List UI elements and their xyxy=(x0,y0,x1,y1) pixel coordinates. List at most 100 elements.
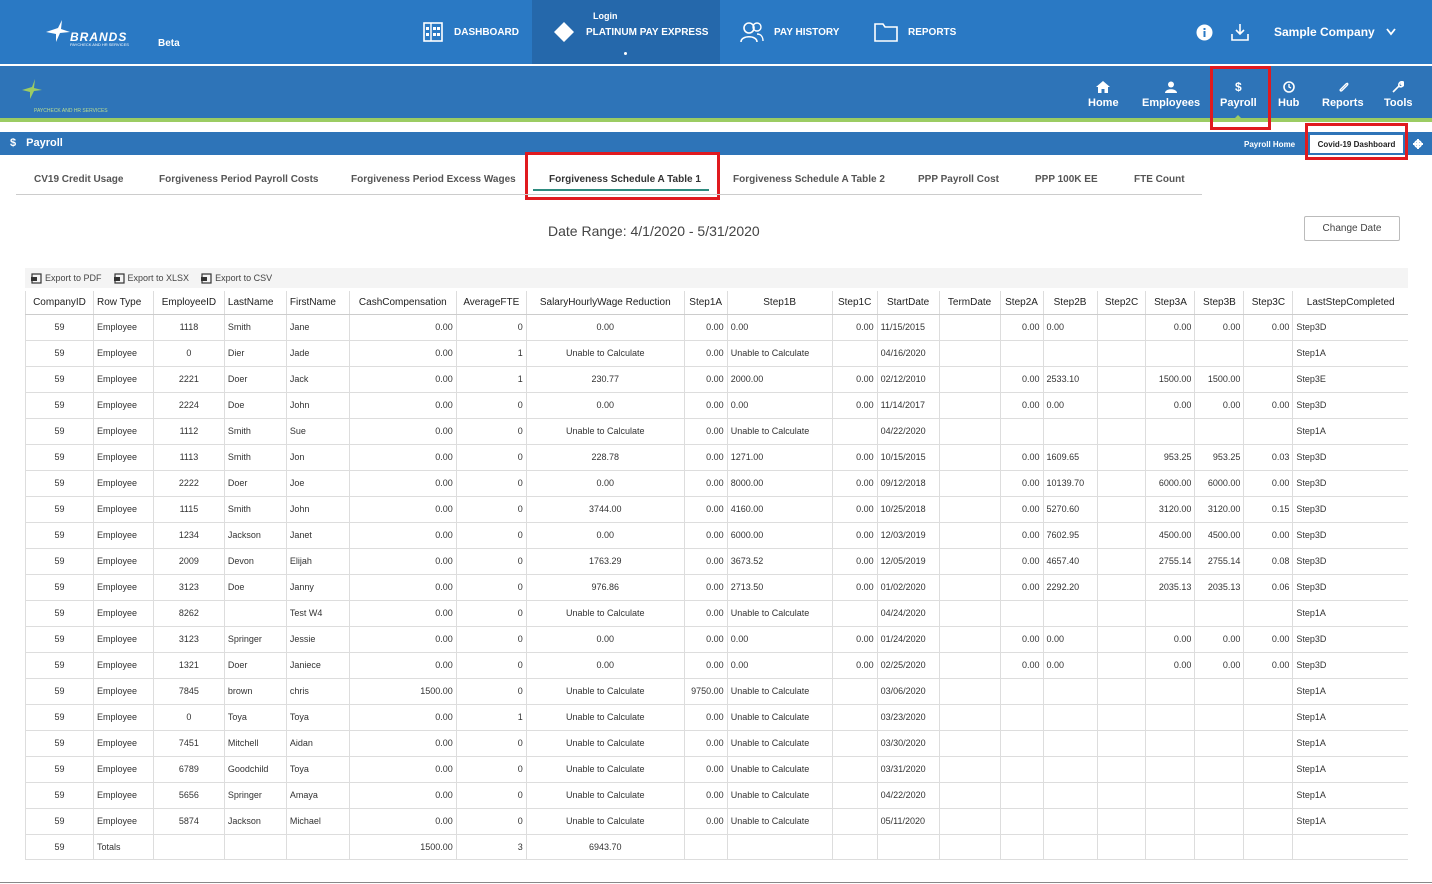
table-cell: Unable to Calculate xyxy=(525,418,685,445)
tab-forgiveness-schedule-a-table-1[interactable]: Forgiveness Schedule A Table 1 xyxy=(533,174,709,191)
table-cell: 0.00 xyxy=(831,496,878,523)
column-header-cashcompensation[interactable]: CashCompensation xyxy=(348,291,457,315)
table-cell: Step3D xyxy=(1292,574,1408,601)
totals-cell xyxy=(938,834,1001,860)
table-cell xyxy=(1194,730,1244,757)
column-header-employeeid[interactable]: EmployeeID xyxy=(152,291,225,315)
nav-pay-history[interactable]: PAY HISTORY xyxy=(740,0,839,64)
table-cell xyxy=(1145,678,1195,705)
table-cell xyxy=(1243,678,1293,705)
table-cell: Jane xyxy=(285,314,350,341)
table-cell xyxy=(1145,600,1195,627)
nav-reports[interactable]: REPORTS xyxy=(874,0,956,64)
totals-cell xyxy=(876,834,940,860)
download-icon[interactable] xyxy=(1231,23,1249,41)
table-cell: Step3D xyxy=(1292,470,1408,497)
export-csv-button[interactable]: Export to CSV xyxy=(201,272,272,284)
column-header-startdate[interactable]: StartDate xyxy=(876,291,940,315)
column-header-step1b[interactable]: Step1B xyxy=(726,291,833,315)
table-cell xyxy=(999,340,1044,367)
schedule-a-table: CompanyID Row Type EmployeeID LastName First… xyxy=(25,291,1408,860)
table-row: 59 Employee 0 Toya Toya 0.00 1 Unable to Calcul… xyxy=(25,704,1408,731)
table-cell: Employee xyxy=(92,730,154,757)
export-pdf-button[interactable]: Export to PDF xyxy=(31,272,102,284)
table-cell: 0.00 xyxy=(348,782,457,809)
column-header-step2a[interactable]: Step2A xyxy=(999,291,1044,315)
table-cell: 0.00 xyxy=(999,366,1044,393)
tab-fte-count[interactable]: FTE Count xyxy=(1134,174,1185,185)
tab-ppp-100k-ee[interactable]: PPP 100K EE xyxy=(1035,174,1098,185)
beta-label: Beta xyxy=(158,38,180,49)
table-cell xyxy=(938,418,1001,445)
column-header-salaryhourlywage-reduction[interactable]: SalaryHourlyWage Reduction xyxy=(525,291,685,315)
table-cell: Step1A xyxy=(1292,808,1408,835)
table-cell xyxy=(1243,366,1293,393)
table-cell: Toya xyxy=(223,704,287,731)
table-cell: 1500.00 xyxy=(1145,366,1195,393)
table-cell: 0.00 xyxy=(525,392,685,419)
tab-forgiveness-period-payroll-costs[interactable]: Forgiveness Period Payroll Costs xyxy=(159,174,319,185)
column-header-step3b[interactable]: Step3B xyxy=(1194,291,1244,315)
table-cell: 09/12/2018 xyxy=(876,470,940,497)
table-cell xyxy=(1194,756,1244,783)
table-cell: 0 xyxy=(455,756,527,783)
brands-logo-secondary[interactable]: PAYCHECK AND HR SERVICES xyxy=(10,76,130,116)
secnav-tools[interactable]: Tools xyxy=(1384,81,1413,115)
table-row: 59 Employee 1115 Smith John 0.00 0 3744.00 0.00 4… xyxy=(25,496,1408,523)
table-cell: 0.00 xyxy=(999,548,1044,575)
secnav-employees[interactable]: Employees xyxy=(1142,81,1200,115)
table-cell: Employee xyxy=(92,496,154,523)
payroll-home-link[interactable]: Payroll Home xyxy=(1244,140,1295,149)
table-cell: Employee xyxy=(92,782,154,809)
table-cell: 0.00 xyxy=(683,314,728,341)
column-header-step2c[interactable]: Step2C xyxy=(1096,291,1146,315)
table-cell xyxy=(938,314,1001,341)
column-header-step1c[interactable]: Step1C xyxy=(831,291,878,315)
column-header-step2b[interactable]: Step2B xyxy=(1042,291,1098,315)
column-header-row-type[interactable]: Row Type xyxy=(92,291,154,315)
table-cell: 0.00 xyxy=(1194,652,1244,679)
table-cell: 0.00 xyxy=(999,652,1044,679)
nav-dashboard[interactable]: DASHBOARD xyxy=(422,0,519,64)
tab-forgiveness-schedule-a-table-2[interactable]: Forgiveness Schedule A Table 2 xyxy=(733,174,885,185)
info-icon[interactable] xyxy=(1196,24,1213,41)
table-cell: 11/14/2017 xyxy=(876,392,940,419)
table-cell: 2755.14 xyxy=(1194,548,1244,575)
column-header-companyid[interactable]: CompanyID xyxy=(25,291,94,315)
column-header-step3c[interactable]: Step3C xyxy=(1243,291,1293,315)
table-cell xyxy=(1194,704,1244,731)
column-header-laststepcompleted[interactable]: LastStepCompleted xyxy=(1292,291,1408,315)
column-header-termdate[interactable]: TermDate xyxy=(938,291,1001,315)
secnav-reports[interactable]: Reports xyxy=(1322,81,1364,115)
table-cell: Smith xyxy=(223,496,287,523)
change-date-button[interactable]: Change Date xyxy=(1304,216,1400,241)
table-cell: Step3D xyxy=(1292,548,1408,575)
column-header-step3a[interactable]: Step3A xyxy=(1145,291,1195,315)
table-cell: 0 xyxy=(455,600,527,627)
pdf-file-icon xyxy=(31,272,42,284)
export-xlsx-button[interactable]: Export to XLSX xyxy=(113,272,189,284)
table-cell: 0.00 xyxy=(726,626,833,653)
column-header-step1a[interactable]: Step1A xyxy=(683,291,728,315)
brands-logo[interactable]: BRANDS PAYCHECK AND HR SERVICES Beta xyxy=(44,16,180,49)
column-header-averagefte[interactable]: AverageFTE xyxy=(455,291,527,315)
column-header-firstname[interactable]: FirstName xyxy=(285,291,350,315)
table-cell: Step1A xyxy=(1292,730,1408,757)
table-cell: 59 xyxy=(25,366,94,393)
gear-icon[interactable] xyxy=(1413,139,1423,149)
company-selector[interactable]: Sample Company xyxy=(1274,25,1396,39)
table-cell: Step3D xyxy=(1292,522,1408,549)
table-cell: 0.00 xyxy=(1194,314,1244,341)
column-header-lastname[interactable]: LastName xyxy=(223,291,287,315)
secnav-home[interactable]: Home xyxy=(1088,81,1119,115)
table-cell: 0.00 xyxy=(348,496,457,523)
totals-cell xyxy=(726,834,833,860)
secnav-hub[interactable]: Hub xyxy=(1278,81,1299,115)
table-cell xyxy=(1096,678,1146,705)
tab-cv19-credit-usage[interactable]: CV19 Credit Usage xyxy=(34,174,123,185)
table-cell: Employee xyxy=(92,704,154,731)
table-row: 59 Employee 7845 brown chris 1500.00 0 Unable t… xyxy=(25,678,1408,705)
table-cell xyxy=(1096,366,1146,393)
tab-forgiveness-period-excess-wages[interactable]: Forgiveness Period Excess Wages xyxy=(351,174,516,185)
tab-ppp-payroll-cost[interactable]: PPP Payroll Cost xyxy=(918,174,999,185)
